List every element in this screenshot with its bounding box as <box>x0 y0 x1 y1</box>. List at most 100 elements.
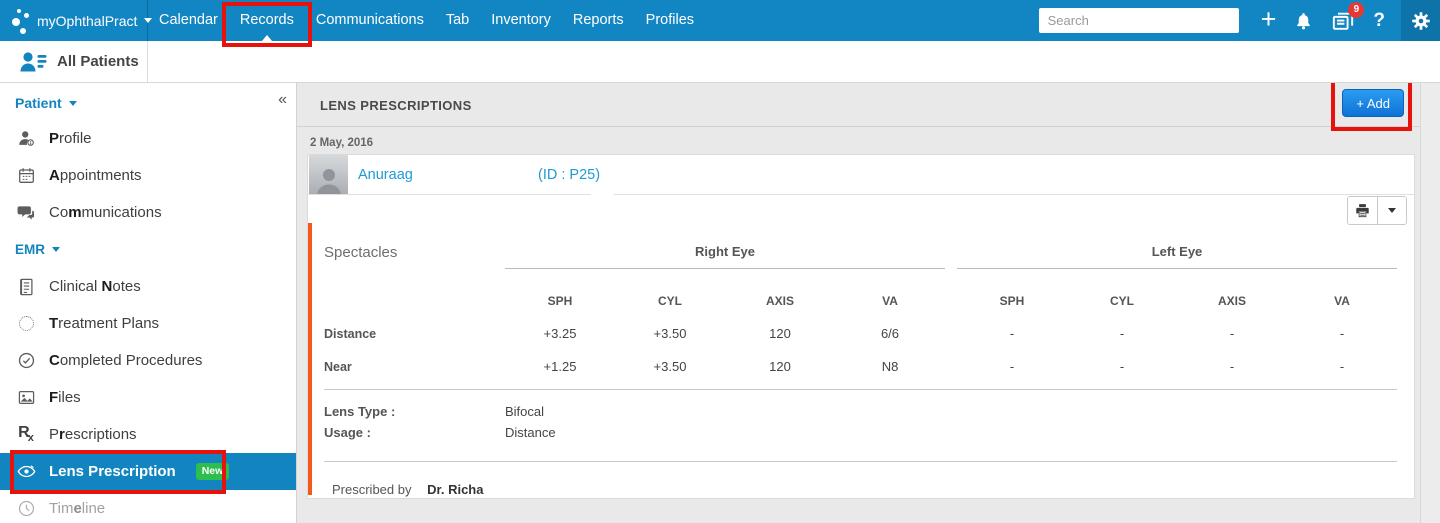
notifications-button[interactable] <box>1294 11 1313 31</box>
sidebar-item-clinical-notes[interactable]: Clinical Notes <box>0 268 296 305</box>
add-button[interactable]: + Add <box>1342 89 1404 117</box>
accent-bar <box>308 223 312 495</box>
prescription-table: Spectacles Right Eye Left Eye SPH CYL AX… <box>308 244 1414 374</box>
nav-item-calendar[interactable]: Calendar <box>148 0 229 41</box>
bell-icon <box>1294 11 1313 31</box>
table-cell: - <box>1119 359 1125 374</box>
nav-item-reports[interactable]: Reports <box>562 0 635 41</box>
tab-all-patients-label: All Patients <box>57 53 139 70</box>
patient-id: (ID : P25) <box>538 166 601 183</box>
settings-button[interactable] <box>1401 0 1440 41</box>
tab-all-patients[interactable]: All Patients <box>0 41 148 82</box>
user-icon <box>15 130 37 147</box>
printer-icon <box>1355 203 1370 218</box>
eye-icon <box>15 464 37 479</box>
dotted-circle-icon <box>15 316 37 331</box>
col-header: CYL <box>658 294 682 308</box>
table-cell: +3.50 <box>653 326 687 341</box>
table-cell: - <box>1229 359 1235 374</box>
sidebar-item-completed-procedures[interactable]: Completed Procedures <box>0 342 296 379</box>
sidebar-item-label: Timeline <box>49 500 106 517</box>
print-button-group <box>1347 196 1407 225</box>
table-cell: +3.50 <box>653 359 687 374</box>
sidebar-item-timeline[interactable]: Timeline <box>0 490 296 523</box>
nav-item-records[interactable]: Records <box>221 0 312 47</box>
col-header: SPH <box>999 294 1025 308</box>
table-cell: 120 <box>769 326 791 341</box>
chevron-down-icon <box>52 247 60 256</box>
add-quick-button[interactable]: + <box>1260 4 1277 34</box>
patients-list-icon <box>18 50 48 74</box>
help-button[interactable]: ? <box>1373 10 1385 32</box>
print-button[interactable] <box>1348 197 1377 224</box>
patient-name-link[interactable]: Anuraag <box>358 167 538 183</box>
sidebar-item-profile[interactable]: Profile <box>0 120 296 157</box>
sidebar-collapse-button[interactable]: « <box>278 92 287 108</box>
usage-label: Usage : <box>324 425 371 440</box>
nav-item-communications[interactable]: Communications <box>305 0 435 41</box>
prescribed-by-row: Prescribed by Dr. Richa <box>332 482 1414 497</box>
brand-label: myOphthalPract <box>37 12 138 29</box>
col-header: VA <box>882 294 898 308</box>
nav-item-tab[interactable]: Tab <box>435 0 480 41</box>
table-cell: - <box>1339 326 1345 341</box>
messages-button[interactable]: 9 <box>1331 1 1365 32</box>
sidebar-section-patient[interactable]: Patient <box>0 83 296 111</box>
app-logo-icon <box>9 5 33 37</box>
prescribed-by-label: Prescribed by <box>332 482 412 497</box>
sidebar-item-files[interactable]: Files <box>0 379 296 416</box>
main-content: LENS PRESCRIPTIONS + Add 2 May, 2016 Anu… <box>297 78 1420 523</box>
table-cell: 6/6 <box>880 326 900 341</box>
section-label: Spectacles <box>324 244 398 261</box>
col-header: SPH <box>547 294 573 308</box>
avatar <box>309 155 348 194</box>
prescription-card: Anuraag (ID : P25) Spectacles Right Eye … <box>307 154 1415 499</box>
sidebar: Patient « Profile Appointments Communica… <box>0 83 297 523</box>
usage-row: Usage : Distance <box>324 425 1414 440</box>
content-header: LENS PRESCRIPTIONS + Add <box>297 78 1420 131</box>
table-cell: - <box>1119 326 1125 341</box>
lens-type-row: Lens Type : Bifocal <box>324 404 1414 419</box>
sidebar-section-emr[interactable]: EMR <box>0 231 296 268</box>
emr-section-label: EMR <box>15 242 45 257</box>
search-input[interactable] <box>1038 8 1239 33</box>
group-header-left-eye: Left Eye <box>957 244 1397 269</box>
plus-icon: + <box>1260 4 1277 34</box>
sidebar-item-label: Communications <box>49 204 162 221</box>
divider <box>324 389 1397 390</box>
row-label: Near <box>324 360 352 374</box>
lens-type-value: Bifocal <box>505 404 545 419</box>
table-cell: - <box>1229 326 1235 341</box>
col-header: AXIS <box>1217 294 1246 308</box>
chevron-down-icon <box>1388 208 1396 217</box>
sidebar-item-communications[interactable]: Communications <box>0 194 296 231</box>
notification-badge: 9 <box>1348 1 1365 18</box>
scrollbar-track[interactable] <box>1420 83 1440 523</box>
print-options-button[interactable] <box>1377 197 1406 224</box>
sidebar-item-label: Appointments <box>49 167 142 184</box>
nav-item-records-label: Records <box>239 12 294 28</box>
row-label: Distance <box>324 327 377 341</box>
check-circle-icon <box>15 352 37 369</box>
sidebar-item-treatment-plans[interactable]: Treatment Plans <box>0 305 296 342</box>
table-cell: - <box>1009 326 1015 341</box>
prescription-body: Spectacles Right Eye Left Eye SPH CYL AX… <box>308 195 1414 497</box>
sidebar-item-label: Files <box>49 389 81 406</box>
clock-icon <box>15 500 37 517</box>
help-icon: ? <box>1373 9 1385 31</box>
image-icon <box>15 390 37 405</box>
table-cell: 120 <box>769 359 791 374</box>
sidebar-item-prescriptions[interactable]: Rx Prescriptions <box>0 416 296 453</box>
patient-header-row: Anuraag (ID : P25) <box>308 155 1414 195</box>
chat-icon <box>15 205 37 221</box>
sidebar-item-appointments[interactable]: Appointments <box>0 157 296 194</box>
sidebar-item-lens-prescription[interactable]: Lens Prescription New <box>0 450 296 494</box>
col-header: VA <box>1334 294 1350 308</box>
nav-item-profiles[interactable]: Profiles <box>635 0 705 41</box>
table-cell: - <box>1339 359 1345 374</box>
table-cell: +3.25 <box>543 326 577 341</box>
sidebar-item-label: Lens Prescription <box>49 463 176 480</box>
sidebar-item-label: Prescriptions <box>49 426 137 443</box>
brand[interactable]: myOphthalPract <box>0 0 153 41</box>
nav-item-inventory[interactable]: Inventory <box>480 0 562 41</box>
